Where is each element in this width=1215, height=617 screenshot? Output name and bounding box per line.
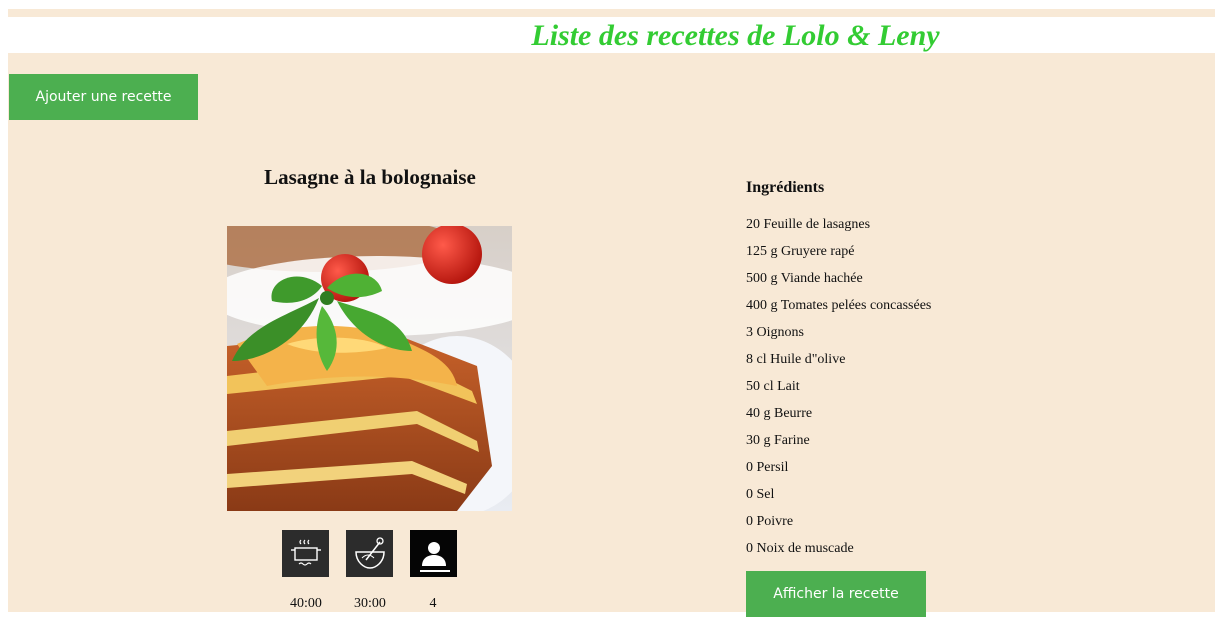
ingredient-item: 500 g Viande hachée — [746, 271, 863, 286]
ingredient-item: 20 Feuille de lasagnes — [746, 217, 871, 232]
recipe-photo — [227, 226, 512, 511]
show-recipe-button[interactable]: Afficher la recette — [746, 571, 926, 617]
ingredients-list: 20 Feuille de lasagnes 125 g Gruyere rap… — [746, 213, 931, 564]
cook-time-value: 40:00 — [290, 596, 322, 611]
lasagna-image — [227, 226, 512, 511]
ingredient-item: 3 Oignons — [746, 325, 804, 340]
prep-time-tile — [346, 530, 393, 577]
ingredient-item: 125 g Gruyere rapé — [746, 244, 855, 259]
ingredient-item: 50 cl Lait — [746, 379, 800, 394]
cooking-pot-icon — [290, 539, 321, 566]
prep-time-value: 30:00 — [354, 596, 386, 611]
ingredient-item: 0 Persil — [746, 460, 789, 475]
servings-value: 4 — [429, 596, 437, 611]
ingredients-heading: Ingrédients — [746, 179, 825, 196]
person-icon — [419, 541, 450, 572]
add-recipe-button[interactable]: Ajouter une recette — [9, 74, 198, 120]
ingredient-item: 8 cl Huile d"olive — [746, 352, 846, 367]
site-title: Liste des recettes de Lolo & Leny — [531, 19, 940, 52]
ingredient-item: 0 Poivre — [746, 514, 794, 529]
cook-time-tile — [282, 530, 329, 577]
recipe-title: Lasagne à la bolognaise — [264, 165, 476, 189]
servings-tile — [410, 530, 457, 577]
ingredient-item: 0 Sel — [746, 487, 775, 502]
ingredient-item: 30 g Farine — [746, 433, 810, 448]
ingredient-item: 400 g Tomates pelées concassées — [746, 298, 932, 313]
ingredient-item: 40 g Beurre — [746, 406, 813, 421]
ingredient-item: 0 Noix de muscade — [746, 541, 854, 556]
mixing-bowl-whisk-icon — [354, 536, 385, 569]
